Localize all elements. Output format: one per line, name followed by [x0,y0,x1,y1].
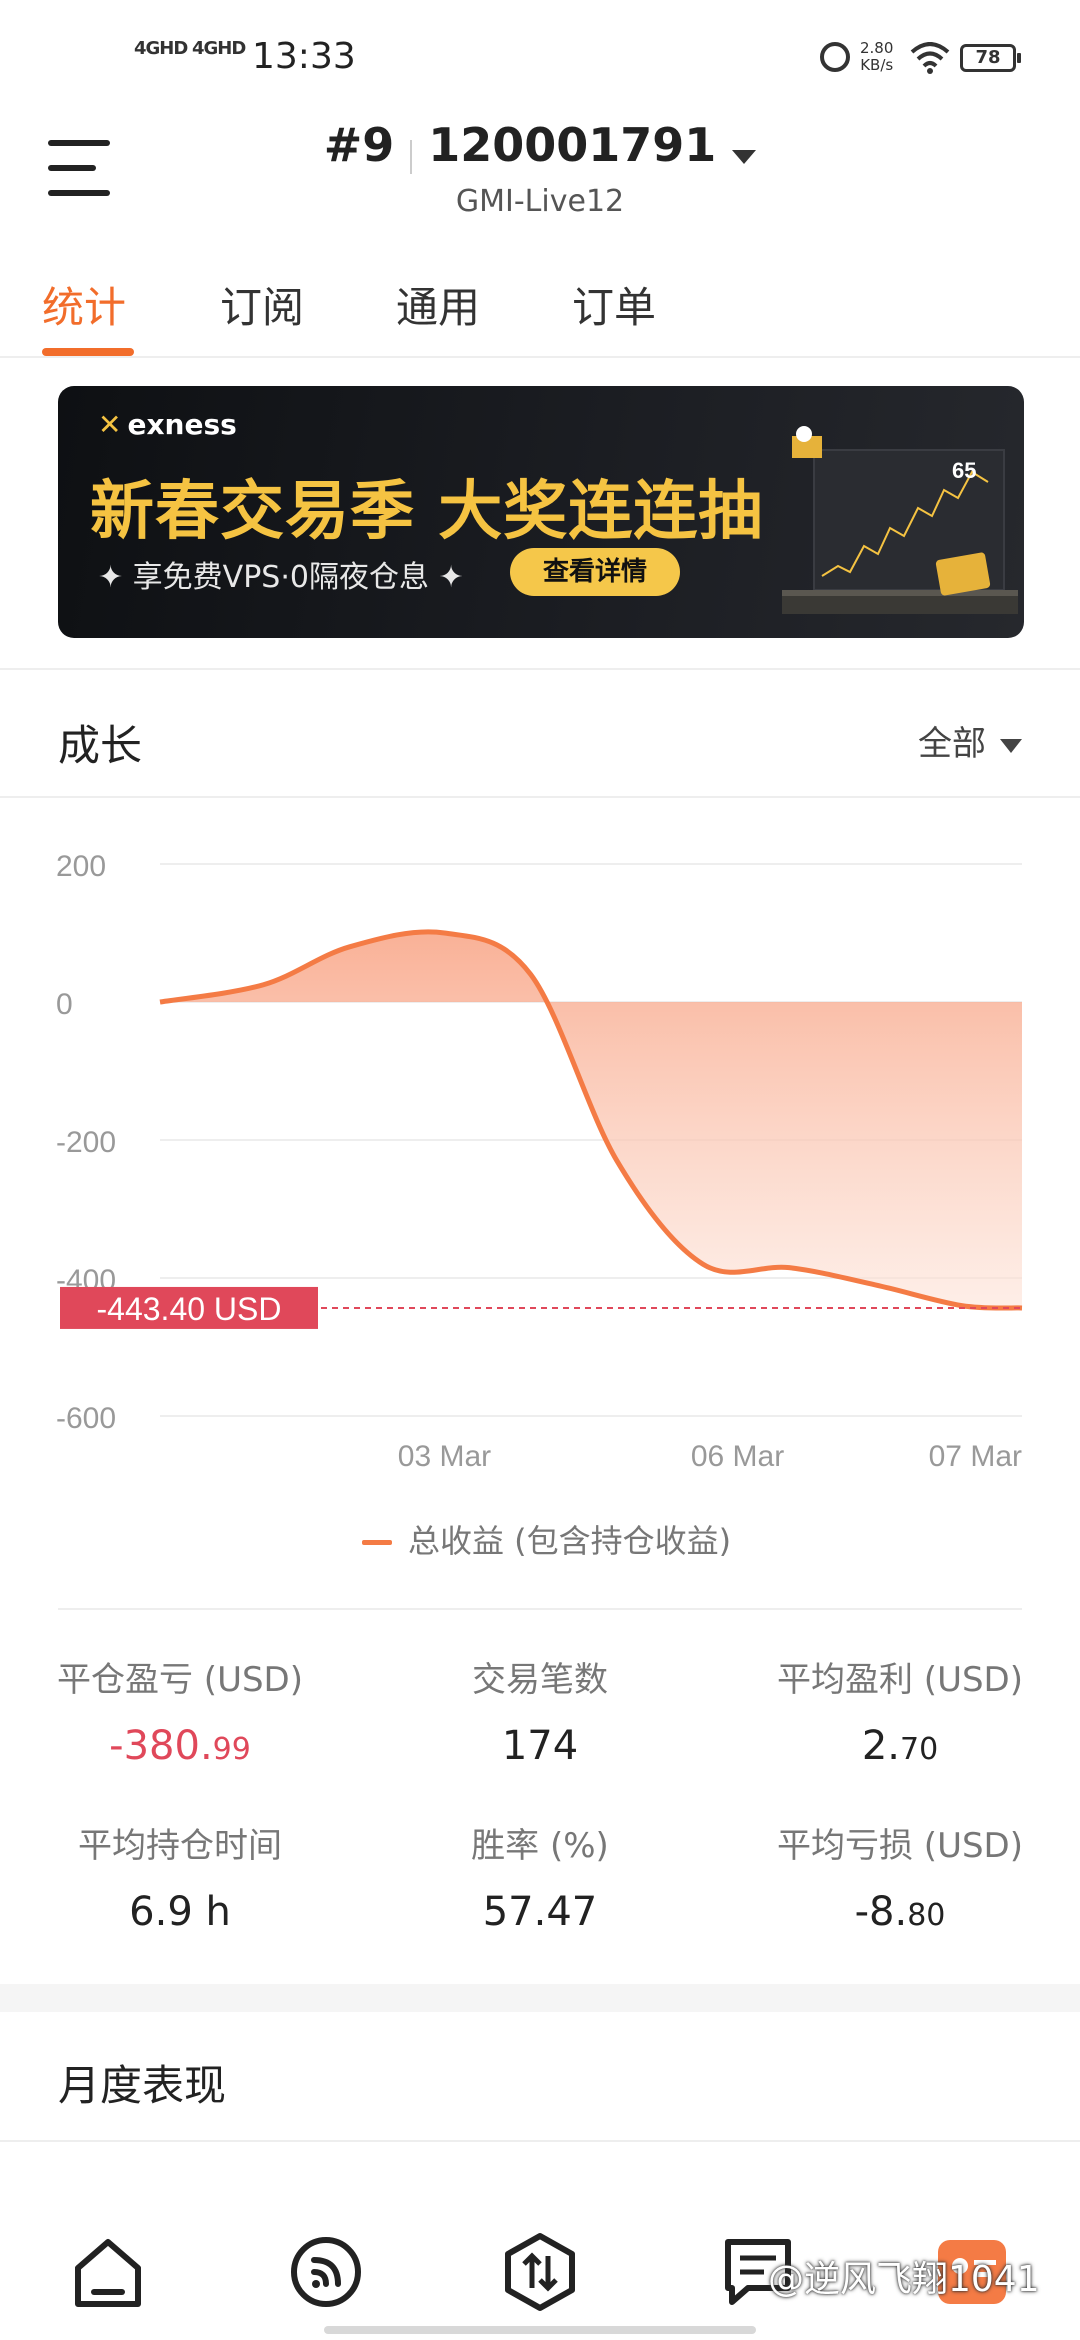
tab-general[interactable]: 通用 [396,274,480,335]
y-tick-label: 0 [56,988,73,1021]
svg-text:65: 65 [952,458,976,483]
wifi-icon [910,42,950,74]
growth-chart: 2000-200-400-60003 Mar 06 Mar 07 Mar -443.… [56,850,1023,1560]
y-tick-label: -600 [56,1402,116,1435]
stat-label: 交易笔数 [472,1660,608,1700]
account-number: #9 [323,118,395,172]
section-separator-band [0,1984,1080,2012]
x-tick-label: 06 Mar [691,1440,784,1473]
banner-details-button[interactable]: 查看详情 [510,548,680,596]
tab-statistics[interactable]: 统计 [42,274,126,335]
network-indicator-1: 4GHD [134,38,188,59]
network-indicator-2: 4GHD [192,38,246,59]
trade-icon[interactable] [500,2232,580,2312]
battery-icon: 78 [960,44,1021,72]
tab-subscribe[interactable]: 订阅 [220,274,304,335]
network-speed: 2.80 KB/s [860,40,893,74]
x-tick-label: 03 Mar [398,1440,491,1473]
stat-item: 交易笔数 174 [360,1652,720,1769]
stat-label: 平仓盈亏 (USD) [57,1660,303,1700]
stat-item: 平均盈利 (USD) 2.70 [720,1652,1080,1769]
y-tick-label: -200 [56,1126,116,1159]
exness-logo: ✕ exness [98,408,237,441]
legend-label: 总收益 (包含持仓收益) [408,1522,731,1560]
stat-item: 平均持仓时间 6.9 h [0,1818,360,1935]
section-divider [0,2140,1080,2142]
chevron-down-icon [1000,738,1022,753]
series-area [160,931,1022,1309]
stat-item: 胜率 (%) 57.47 [360,1818,720,1935]
chart-legend: 总收益 (包含持仓收益) [362,1522,731,1560]
trading-chart-illustration: 65 [782,426,1018,614]
account-separator [410,139,413,174]
watermark: @逆风飞翔1041 [768,2259,1040,2300]
stat-label: 胜率 (%) [471,1826,609,1866]
speed-value: 2.80 [860,39,894,57]
tab-orders[interactable]: 订单 [572,274,656,335]
speed-unit: KB/s [860,56,894,74]
stat-item: 平均亏损 (USD) -8.80 [720,1818,1080,1935]
section-divider [0,668,1080,670]
stat-label: 平均持仓时间 [78,1826,282,1866]
alarm-icon [820,42,850,72]
stat-item: 平仓盈亏 (USD) -380.99 [0,1652,360,1769]
banner-subtitle: ✦ 享免费VPS·0隔夜仓息 ✦ [98,560,464,595]
tab-bar: 统计 订阅 通用 订单 [0,268,1080,358]
growth-title: 成长 [58,721,143,770]
section-divider [58,1608,1022,1610]
signals-icon[interactable] [286,2232,366,2312]
stat-value: 174 [501,1723,579,1769]
status-bar: 4GHD 4GHD 13:33 2.80 KB/s 78 [0,0,1080,110]
banner-title: 新春交易季 大奖连连抽 [90,475,764,549]
stat-value: 57.47 [482,1889,598,1935]
x-tick-label: 07 Mar [929,1440,1022,1473]
home-indicator[interactable] [324,2326,756,2334]
promo-banner[interactable]: ✕ exness 新春交易季 大奖连连抽 ✦ 享免费VPS·0隔夜仓息 ✦ 查看详… [58,386,1024,638]
y-tick-label: 200 [56,850,106,883]
account-id: 120001791 [428,118,717,172]
legend-swatch [362,1540,392,1545]
stat-value: 2.70 [861,1723,939,1769]
chevron-down-icon [732,149,757,164]
section-divider [0,796,1080,798]
stat-value: 6.9 h [129,1889,231,1935]
stat-label: 平均盈利 (USD) [777,1660,1023,1700]
status-time: 13:33 [252,36,356,77]
account-selector[interactable]: #9 120001791 [0,118,1080,174]
account-server: GMI-Live12 [455,184,625,219]
stat-value: -8.80 [854,1889,946,1935]
stat-label: 平均亏损 (USD) [777,1826,1023,1866]
monthly-performance-title: 月度表现 [58,2061,227,2110]
current-value-label: -443.40 USD [97,1291,282,1327]
active-tab-indicator [42,348,134,356]
growth-filter-dropdown[interactable]: 全部 [918,716,1022,765]
home-icon[interactable] [68,2232,148,2312]
stat-value: -380.99 [109,1723,251,1769]
